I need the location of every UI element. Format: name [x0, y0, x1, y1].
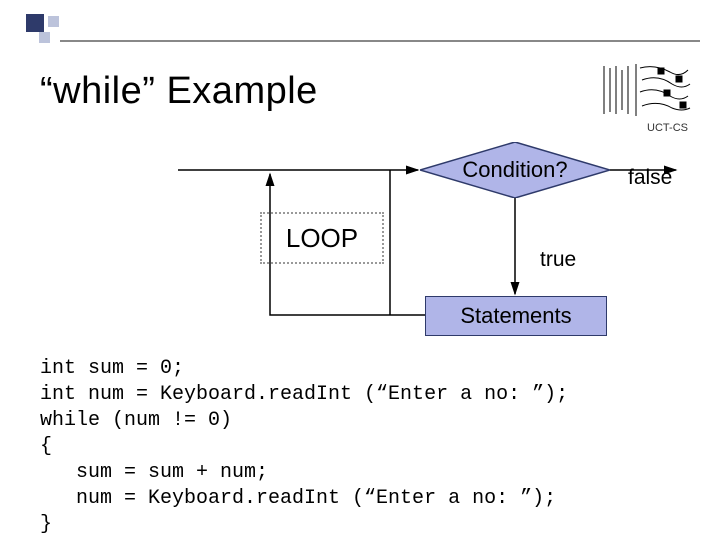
uct-logo-icon [600, 62, 692, 116]
statements-box: Statements [425, 296, 607, 336]
code-line: } [40, 513, 52, 536]
condition-label: Condition? [420, 142, 610, 198]
slide-title: “while” Example [40, 70, 318, 113]
flowchart-diagram: Condition? LOOP Statements true false [60, 140, 680, 350]
code-line: int sum = 0; [40, 357, 184, 380]
code-line: num = Keyboard.readInt (“Enter a no: ”); [40, 487, 556, 510]
condition-diamond: Condition? [420, 142, 610, 198]
code-line: while (num != 0) [40, 409, 232, 432]
header-divider [60, 40, 700, 42]
org-label: UCT-CS [647, 122, 688, 134]
code-line: int num = Keyboard.readInt (“Enter a no:… [40, 383, 568, 406]
loop-label: LOOP [286, 223, 358, 254]
true-label: true [540, 248, 576, 272]
code-line: { [40, 435, 52, 458]
loop-box: LOOP [260, 212, 384, 264]
statements-label: Statements [460, 303, 571, 329]
code-line: sum = sum + num; [40, 461, 268, 484]
false-label: false [628, 166, 672, 190]
code-block: int sum = 0; int num = Keyboard.readInt … [40, 356, 568, 538]
